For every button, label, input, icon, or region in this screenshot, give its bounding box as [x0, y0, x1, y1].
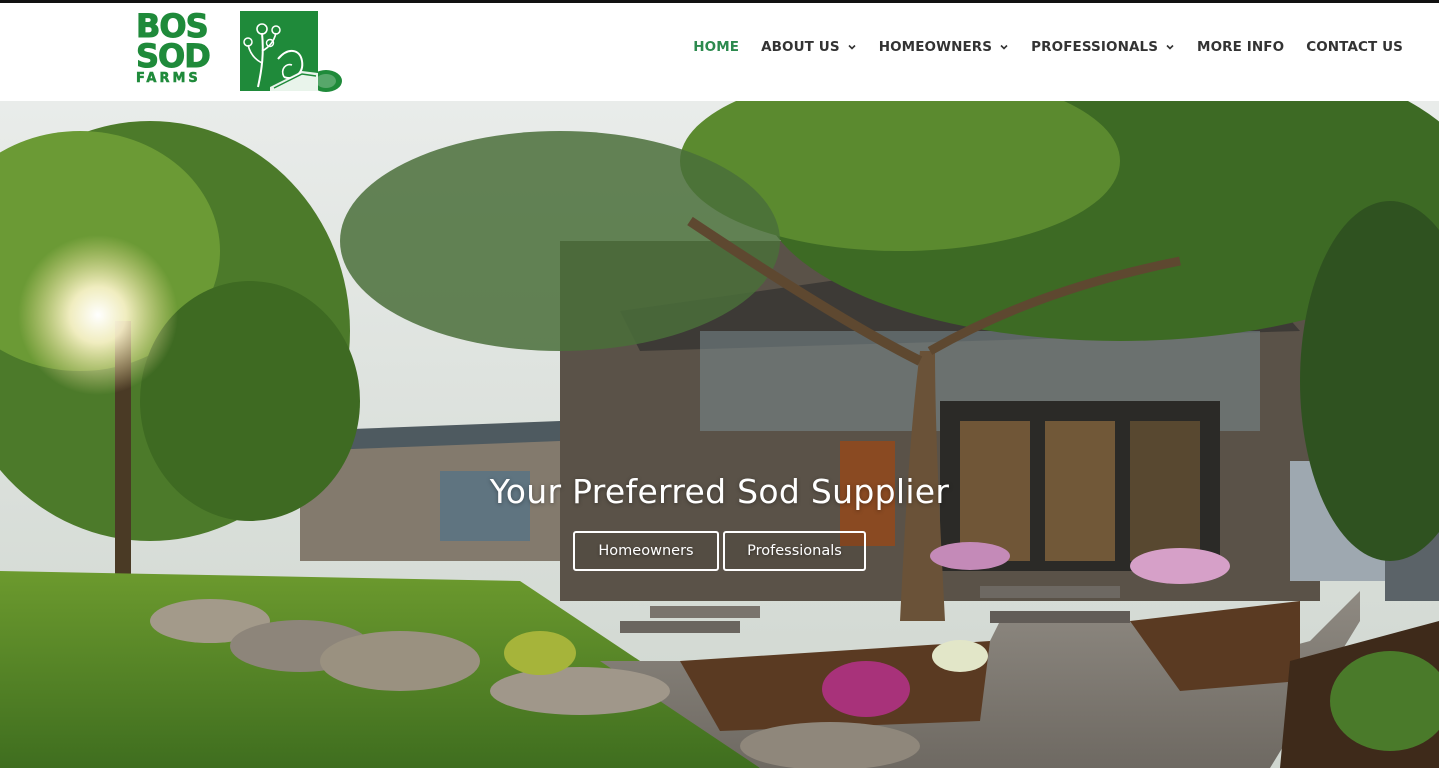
nav-homeowners-label: HOMEOWNERS	[878, 39, 993, 55]
nav-contact-us[interactable]: CONTACT US	[1306, 39, 1403, 55]
hero-cta-group: Homeowners Professionals	[573, 531, 866, 571]
nav-homeowners[interactable]: HOMEOWNERS	[879, 39, 1009, 55]
site-header: BOS SOD FARMS HOME ABOUT US HOMEOWNERS P…	[0, 3, 1439, 101]
nav-about-us[interactable]: ABOUT US	[761, 39, 857, 55]
chevron-down-icon	[1000, 44, 1008, 50]
logo-line-farms: FARMS	[136, 71, 201, 87]
hero-background-image	[0, 101, 1439, 768]
nav-more-info[interactable]: MORE INFO	[1197, 39, 1284, 55]
nav-home[interactable]: HOME	[693, 39, 739, 55]
nav-home-label: HOME	[693, 39, 740, 55]
hero-title: Your Preferred Sod Supplier	[489, 472, 950, 511]
professionals-button[interactable]: Professionals	[723, 531, 866, 571]
homeowners-button[interactable]: Homeowners	[573, 531, 719, 571]
logo-line-sod: SOD	[136, 37, 212, 75]
logo-wordmark: BOS SOD FARMS	[136, 10, 236, 93]
brand-logo[interactable]: BOS SOD FARMS	[136, 10, 342, 93]
nav-professionals-label: PROFESSIONALS	[1031, 39, 1159, 55]
chevron-down-icon	[1166, 44, 1174, 50]
nav-contact-us-label: CONTACT US	[1306, 39, 1403, 55]
hero-banner: Your Preferred Sod Supplier Homeowners P…	[0, 101, 1439, 768]
main-nav: HOME ABOUT US HOMEOWNERS PROFESSIONALS M…	[671, 39, 1403, 55]
nav-more-info-label: MORE INFO	[1197, 39, 1285, 55]
nav-about-us-label: ABOUT US	[761, 39, 840, 55]
chevron-down-icon	[848, 44, 856, 50]
nav-professionals[interactable]: PROFESSIONALS	[1031, 39, 1175, 55]
sod-roll-plant-icon	[240, 11, 342, 92]
